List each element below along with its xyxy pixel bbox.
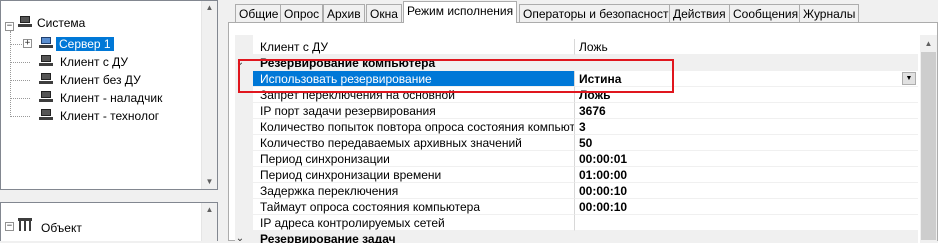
tab-actions[interactable]: Действия [669, 4, 730, 22]
property-name: Задержка переключения [253, 183, 575, 199]
category-collapse-icon[interactable]: ⌄ [235, 55, 245, 71]
tree-connector [10, 62, 30, 63]
computer-icon [39, 73, 53, 85]
property-value[interactable]: 00:00:01 [575, 151, 918, 167]
property-name: Количество попыток повтора опроса состоя… [253, 119, 575, 135]
tab-general[interactable]: Общие [235, 4, 283, 22]
property-row[interactable]: Количество передаваемых архивных значени… [253, 135, 918, 151]
scroll-thumb[interactable] [921, 52, 936, 240]
property-name: Период синхронизации [253, 151, 575, 167]
property-value[interactable]: 00:00:10 [575, 199, 918, 215]
property-row[interactable]: Период синхронизации 00:00:01 [253, 151, 918, 167]
tree-scrollbar[interactable]: ▲ ▼ [201, 1, 217, 189]
property-row[interactable]: Количество попыток повтора опроса состоя… [253, 119, 918, 135]
tree-connector [10, 116, 30, 117]
category-collapse-icon[interactable]: ⌄ [235, 231, 245, 243]
system-icon [18, 16, 32, 28]
property-value[interactable]: 00:00:10 [575, 183, 918, 199]
scroll-up-icon[interactable]: ▲ [202, 1, 217, 15]
property-name: Период синхронизации времени [253, 167, 575, 183]
collapse-toggle[interactable]: − [5, 222, 14, 231]
expand-toggle[interactable]: + [23, 39, 32, 48]
computer-icon [39, 109, 53, 121]
scroll-up-icon[interactable]: ▲ [920, 35, 937, 52]
property-name: Запрет переключения на основной [253, 87, 575, 103]
property-value[interactable]: Ложь [575, 39, 918, 55]
tree-node-client-tuner[interactable]: Клиент - наладчик [60, 89, 162, 107]
tree-root-object[interactable]: Объект [41, 219, 82, 237]
property-row[interactable]: Таймаут опроса состояния компьютера 00:0… [253, 199, 918, 215]
category-row[interactable]: Резервирование задач [253, 231, 918, 243]
tab-archive[interactable]: Архив [323, 4, 365, 22]
computer-icon [39, 91, 53, 103]
category-name: Резервирование задач [253, 231, 918, 243]
property-row[interactable]: IP порт задачи резервирования 3676 [253, 103, 918, 119]
tree-node-client-du[interactable]: Клиент с ДУ [60, 53, 128, 71]
property-row[interactable]: IP адреса контролируемых сетей [253, 215, 918, 231]
object-tree-scrollbar[interactable]: ▲ [201, 203, 217, 241]
vertical-splitter[interactable] [218, 0, 228, 241]
tree-connector [10, 98, 30, 99]
property-value[interactable]: 50 [575, 135, 918, 151]
property-value: Истина [579, 72, 622, 86]
property-value-editor[interactable]: Истина ▼ [575, 71, 918, 87]
horizontal-splitter[interactable] [0, 190, 218, 202]
property-value[interactable]: Ложь [575, 87, 918, 103]
property-value[interactable]: 3 [575, 119, 918, 135]
property-row[interactable]: Задержка переключения 00:00:10 [253, 183, 918, 199]
property-name: IP порт задачи резервирования [253, 103, 575, 119]
property-row[interactable]: Запрет переключения на основной Ложь [253, 87, 918, 103]
property-name: IP адреса контролируемых сетей [253, 215, 575, 231]
tree-node-client-technologist[interactable]: Клиент - технолог [60, 107, 159, 125]
tab-content: Клиент с ДУ Ложь ⌄ Резервирование компью… [228, 22, 938, 243]
tab-poll[interactable]: Опрос [280, 4, 324, 22]
object-tree[interactable]: − Объект ▲ [0, 202, 218, 241]
scroll-up-icon[interactable]: ▲ [202, 203, 217, 217]
tree-node-client-no-du[interactable]: Клиент без ДУ [60, 71, 141, 89]
tree-root-system[interactable]: Система [37, 14, 85, 32]
property-value[interactable]: 3676 [575, 103, 918, 119]
property-name: Использовать резервирование [253, 71, 575, 87]
tab-logs[interactable]: Журналы [799, 4, 860, 22]
tree-node-server[interactable]: Сервер 1 [56, 35, 114, 53]
grid-scrollbar[interactable]: ▲ [920, 35, 937, 243]
tab-operators-security[interactable]: Операторы и безопасность [519, 4, 679, 22]
computer-icon [39, 55, 53, 67]
category-name: Резервирование компьютера [253, 55, 918, 71]
tab-messages[interactable]: Сообщения [729, 4, 803, 22]
property-grid[interactable]: Клиент с ДУ Ложь ⌄ Резервирование компью… [235, 35, 937, 243]
category-row[interactable]: Резервирование компьютера [253, 55, 918, 71]
property-value[interactable]: 01:00:00 [575, 167, 918, 183]
property-name: Таймаут опроса состояния компьютера [253, 199, 575, 215]
tab-execution-mode[interactable]: Режим исполнения [403, 1, 518, 23]
tab-windows[interactable]: Окна [366, 4, 402, 22]
property-value[interactable] [575, 215, 918, 231]
property-row[interactable]: Клиент с ДУ Ложь [253, 39, 918, 55]
tree-connector [10, 80, 30, 81]
system-tree[interactable]: − Система + Сервер 1 Клиент с ДУ Клиент … [0, 0, 218, 190]
tab-strip: Общие Опрос Архив Окна Режим исполнения … [228, 0, 938, 24]
property-name: Количество передаваемых архивных значени… [253, 135, 575, 151]
property-name: Клиент с ДУ [253, 39, 575, 55]
tree-panel: − Система + Сервер 1 Клиент с ДУ Клиент … [0, 0, 218, 241]
dropdown-arrow-icon[interactable]: ▼ [902, 72, 916, 85]
server-icon [39, 37, 53, 49]
collapse-toggle[interactable]: − [5, 22, 14, 31]
object-icon [18, 218, 32, 231]
properties-panel: Общие Опрос Архив Окна Режим исполнения … [228, 0, 938, 243]
property-row-selected[interactable]: Использовать резервирование Истина ▼ [253, 71, 918, 87]
scroll-down-icon[interactable]: ▼ [202, 175, 217, 189]
property-row[interactable]: Период синхронизации времени 01:00:00 [253, 167, 918, 183]
